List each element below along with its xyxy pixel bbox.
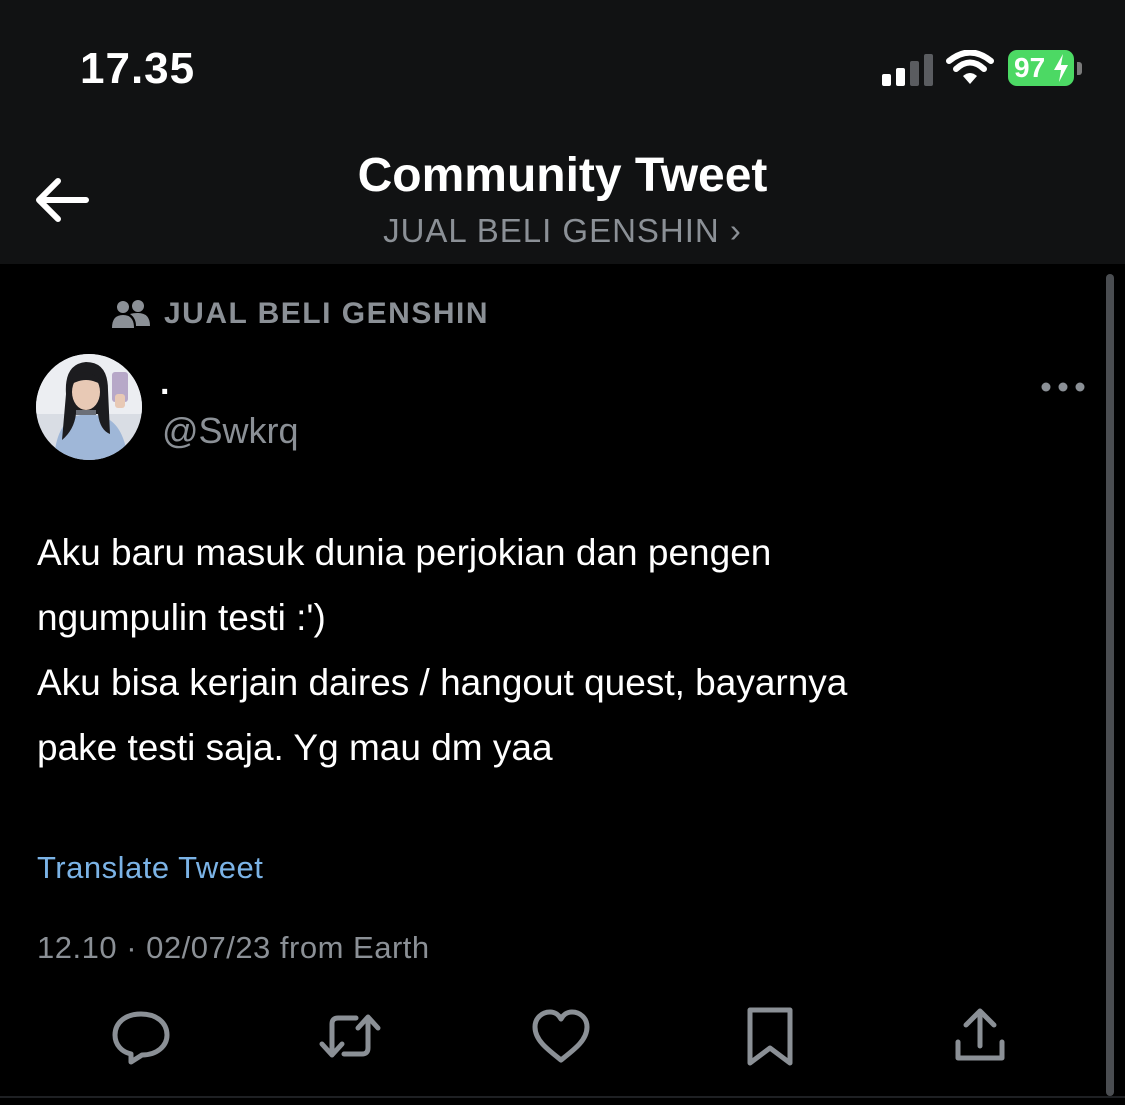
status-time: 17.35 bbox=[80, 44, 196, 93]
scrollbar[interactable] bbox=[1106, 274, 1114, 1096]
header: Community Tweet JUAL BELI GENSHIN › bbox=[0, 130, 1125, 264]
translate-tweet-link[interactable]: Translate Tweet bbox=[37, 850, 263, 886]
more-options-button[interactable] bbox=[1038, 372, 1088, 402]
reply-button[interactable] bbox=[109, 1006, 173, 1066]
status-bar: 17.35 97 bbox=[0, 0, 1125, 130]
more-horizontal-icon bbox=[1041, 382, 1085, 392]
wifi-icon bbox=[946, 50, 994, 84]
tweet-line: ngumpulin testi :') bbox=[37, 597, 326, 638]
divider bbox=[0, 1096, 1125, 1098]
avatar-image bbox=[36, 354, 142, 460]
like-button[interactable] bbox=[529, 1006, 593, 1066]
bookmark-icon bbox=[747, 1007, 793, 1066]
like-icon bbox=[532, 1009, 590, 1063]
bookmark-button[interactable] bbox=[738, 1006, 802, 1066]
tweet-line: pake testi saja. Yg mau dm yaa bbox=[37, 727, 553, 768]
tweet-text: Aku baru masuk dunia perjokian dan penge… bbox=[37, 520, 1077, 780]
community-context[interactable]: JUAL BELI GENSHIN bbox=[112, 296, 489, 332]
community-name: JUAL BELI GENSHIN bbox=[164, 297, 489, 330]
share-button[interactable] bbox=[948, 1006, 1012, 1066]
people-icon bbox=[112, 300, 150, 328]
author-handle[interactable]: @Swkrq bbox=[162, 410, 299, 452]
reply-icon bbox=[112, 1011, 170, 1065]
community-link[interactable]: JUAL BELI GENSHIN › bbox=[0, 212, 1125, 250]
tweet-line: Aku baru masuk dunia perjokian dan penge… bbox=[37, 532, 772, 573]
charging-bolt-icon bbox=[1054, 54, 1068, 82]
tweet-timestamp: 12.10 · 02/07/23 from Earth bbox=[37, 930, 430, 965]
share-icon bbox=[955, 1008, 1005, 1061]
retweet-icon bbox=[319, 1014, 381, 1058]
tweet-line: Aku bisa kerjain daires / hangout quest,… bbox=[37, 662, 848, 703]
battery-cap bbox=[1077, 62, 1082, 75]
page-title: Community Tweet bbox=[357, 149, 768, 202]
author-display-name[interactable]: . bbox=[160, 364, 169, 403]
retweet-button[interactable] bbox=[318, 1006, 382, 1066]
battery-level: 97 bbox=[1014, 52, 1046, 83]
cellular-signal-icon bbox=[882, 52, 934, 86]
avatar[interactable] bbox=[36, 354, 142, 460]
